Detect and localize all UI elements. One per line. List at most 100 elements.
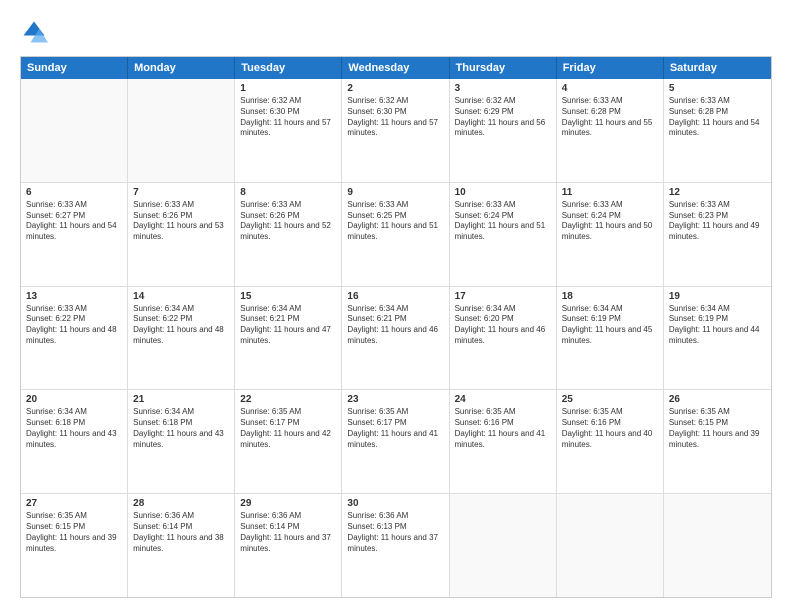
day-number: 19 [669, 291, 766, 302]
header-day-thursday: Thursday [450, 57, 557, 79]
cell-info: Sunrise: 6:34 AM Sunset: 6:18 PM Dayligh… [26, 407, 122, 450]
cal-cell: 29 Sunrise: 6:36 AM Sunset: 6:14 PM Dayli… [235, 494, 342, 597]
cal-cell: 15 Sunrise: 6:34 AM Sunset: 6:21 PM Dayli… [235, 287, 342, 390]
calendar: SundayMondayTuesdayWednesdayThursdayFrid… [20, 56, 772, 598]
header-day-monday: Monday [128, 57, 235, 79]
cell-info: Sunrise: 6:35 AM Sunset: 6:15 PM Dayligh… [26, 511, 122, 554]
cell-info: Sunrise: 6:33 AM Sunset: 6:26 PM Dayligh… [240, 200, 336, 243]
cell-info: Sunrise: 6:34 AM Sunset: 6:20 PM Dayligh… [455, 304, 551, 347]
cal-cell [128, 79, 235, 182]
cal-cell: 13 Sunrise: 6:33 AM Sunset: 6:22 PM Dayli… [21, 287, 128, 390]
day-number: 11 [562, 187, 658, 198]
header [20, 18, 772, 46]
cal-row-2: 13 Sunrise: 6:33 AM Sunset: 6:22 PM Dayli… [21, 287, 771, 391]
cell-info: Sunrise: 6:36 AM Sunset: 6:13 PM Dayligh… [347, 511, 443, 554]
cal-cell: 11 Sunrise: 6:33 AM Sunset: 6:24 PM Dayli… [557, 183, 664, 286]
cal-cell: 18 Sunrise: 6:34 AM Sunset: 6:19 PM Dayli… [557, 287, 664, 390]
cal-cell: 3 Sunrise: 6:32 AM Sunset: 6:29 PM Daylig… [450, 79, 557, 182]
cell-info: Sunrise: 6:32 AM Sunset: 6:30 PM Dayligh… [347, 96, 443, 139]
cal-cell: 27Sunrise: 6:35 AM Sunset: 6:15 PM Dayli… [21, 494, 128, 597]
header-day-saturday: Saturday [664, 57, 771, 79]
cal-cell: 5 Sunrise: 6:33 AM Sunset: 6:28 PM Daylig… [664, 79, 771, 182]
cell-info: Sunrise: 6:32 AM Sunset: 6:30 PM Dayligh… [240, 96, 336, 139]
cell-info: Sunrise: 6:34 AM Sunset: 6:19 PM Dayligh… [562, 304, 658, 347]
day-number: 23 [347, 394, 443, 405]
cell-info: Sunrise: 6:34 AM Sunset: 6:22 PM Dayligh… [133, 304, 229, 347]
day-number: 7 [133, 187, 229, 198]
cal-cell: 22 Sunrise: 6:35 AM Sunset: 6:17 PM Dayli… [235, 390, 342, 493]
day-number: 17 [455, 291, 551, 302]
header-day-friday: Friday [557, 57, 664, 79]
cal-cell: 12Sunrise: 6:33 AM Sunset: 6:23 PM Dayli… [664, 183, 771, 286]
cell-info: Sunrise: 6:36 AM Sunset: 6:14 PM Dayligh… [133, 511, 229, 554]
cal-cell: 28 Sunrise: 6:36 AM Sunset: 6:14 PM Dayli… [128, 494, 235, 597]
cell-info: Sunrise: 6:33 AM Sunset: 6:25 PM Dayligh… [347, 200, 443, 243]
cal-cell [664, 494, 771, 597]
day-number: 20 [26, 394, 122, 405]
cell-info: Sunrise: 6:33 AM Sunset: 6:27 PM Dayligh… [26, 200, 122, 243]
day-number: 25 [562, 394, 658, 405]
cal-cell [450, 494, 557, 597]
day-number: 18 [562, 291, 658, 302]
cal-cell [21, 79, 128, 182]
cell-info: Sunrise: 6:33 AM Sunset: 6:28 PM Dayligh… [562, 96, 658, 139]
cal-cell: 17 Sunrise: 6:34 AM Sunset: 6:20 PM Dayli… [450, 287, 557, 390]
cal-cell [557, 494, 664, 597]
logo-icon [20, 18, 48, 46]
day-number: 4 [562, 83, 658, 94]
day-number: 22 [240, 394, 336, 405]
cal-row-4: 27Sunrise: 6:35 AM Sunset: 6:15 PM Dayli… [21, 494, 771, 597]
cal-cell: 30Sunrise: 6:36 AM Sunset: 6:13 PM Dayli… [342, 494, 449, 597]
day-number: 15 [240, 291, 336, 302]
cell-info: Sunrise: 6:33 AM Sunset: 6:26 PM Dayligh… [133, 200, 229, 243]
page: SundayMondayTuesdayWednesdayThursdayFrid… [0, 0, 792, 612]
day-number: 16 [347, 291, 443, 302]
cal-cell: 16 Sunrise: 6:34 AM Sunset: 6:21 PM Dayli… [342, 287, 449, 390]
day-number: 29 [240, 498, 336, 509]
cell-info: Sunrise: 6:33 AM Sunset: 6:22 PM Dayligh… [26, 304, 122, 347]
cal-cell: 23Sunrise: 6:35 AM Sunset: 6:17 PM Dayli… [342, 390, 449, 493]
cal-cell: 1 Sunrise: 6:32 AM Sunset: 6:30 PM Daylig… [235, 79, 342, 182]
cell-info: Sunrise: 6:35 AM Sunset: 6:16 PM Dayligh… [562, 407, 658, 450]
cell-info: Sunrise: 6:36 AM Sunset: 6:14 PM Dayligh… [240, 511, 336, 554]
cal-cell: 20 Sunrise: 6:34 AM Sunset: 6:18 PM Dayli… [21, 390, 128, 493]
cell-info: Sunrise: 6:33 AM Sunset: 6:24 PM Dayligh… [562, 200, 658, 243]
cell-info: Sunrise: 6:33 AM Sunset: 6:28 PM Dayligh… [669, 96, 766, 139]
header-day-wednesday: Wednesday [342, 57, 449, 79]
cell-info: Sunrise: 6:34 AM Sunset: 6:18 PM Dayligh… [133, 407, 229, 450]
logo [20, 18, 52, 46]
cal-cell: 8 Sunrise: 6:33 AM Sunset: 6:26 PM Daylig… [235, 183, 342, 286]
day-number: 8 [240, 187, 336, 198]
calendar-header: SundayMondayTuesdayWednesdayThursdayFrid… [21, 57, 771, 79]
header-day-sunday: Sunday [21, 57, 128, 79]
cell-info: Sunrise: 6:34 AM Sunset: 6:19 PM Dayligh… [669, 304, 766, 347]
cal-cell: 21Sunrise: 6:34 AM Sunset: 6:18 PM Dayli… [128, 390, 235, 493]
cal-cell: 7 Sunrise: 6:33 AM Sunset: 6:26 PM Daylig… [128, 183, 235, 286]
cell-info: Sunrise: 6:33 AM Sunset: 6:23 PM Dayligh… [669, 200, 766, 243]
cell-info: Sunrise: 6:35 AM Sunset: 6:17 PM Dayligh… [240, 407, 336, 450]
cal-cell: 25 Sunrise: 6:35 AM Sunset: 6:16 PM Dayli… [557, 390, 664, 493]
cal-cell: 24Sunrise: 6:35 AM Sunset: 6:16 PM Dayli… [450, 390, 557, 493]
day-number: 14 [133, 291, 229, 302]
day-number: 13 [26, 291, 122, 302]
cal-row-3: 20 Sunrise: 6:34 AM Sunset: 6:18 PM Dayli… [21, 390, 771, 494]
day-number: 28 [133, 498, 229, 509]
cell-info: Sunrise: 6:35 AM Sunset: 6:15 PM Dayligh… [669, 407, 766, 450]
day-number: 26 [669, 394, 766, 405]
day-number: 1 [240, 83, 336, 94]
cal-cell: 14 Sunrise: 6:34 AM Sunset: 6:22 PM Dayli… [128, 287, 235, 390]
day-number: 3 [455, 83, 551, 94]
cal-row-0: 1 Sunrise: 6:32 AM Sunset: 6:30 PM Daylig… [21, 79, 771, 183]
cal-row-1: 6Sunrise: 6:33 AM Sunset: 6:27 PM Daylig… [21, 183, 771, 287]
calendar-body: 1 Sunrise: 6:32 AM Sunset: 6:30 PM Daylig… [21, 79, 771, 597]
cal-cell: 2 Sunrise: 6:32 AM Sunset: 6:30 PM Daylig… [342, 79, 449, 182]
cell-info: Sunrise: 6:32 AM Sunset: 6:29 PM Dayligh… [455, 96, 551, 139]
cell-info: Sunrise: 6:34 AM Sunset: 6:21 PM Dayligh… [240, 304, 336, 347]
cell-info: Sunrise: 6:35 AM Sunset: 6:16 PM Dayligh… [455, 407, 551, 450]
cal-cell: 10Sunrise: 6:33 AM Sunset: 6:24 PM Dayli… [450, 183, 557, 286]
cal-cell: 6Sunrise: 6:33 AM Sunset: 6:27 PM Daylig… [21, 183, 128, 286]
day-number: 2 [347, 83, 443, 94]
cell-info: Sunrise: 6:34 AM Sunset: 6:21 PM Dayligh… [347, 304, 443, 347]
cal-cell: 26 Sunrise: 6:35 AM Sunset: 6:15 PM Dayli… [664, 390, 771, 493]
day-number: 5 [669, 83, 766, 94]
